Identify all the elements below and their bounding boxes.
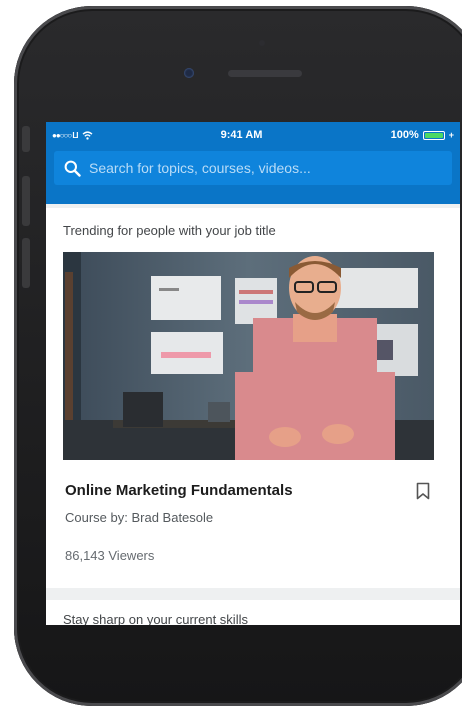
wifi-icon (82, 130, 92, 140)
course-title[interactable]: Online Marketing Fundamentals (65, 482, 293, 499)
status-time: 9:41 AM (220, 129, 263, 141)
search-input[interactable]: Search for topics, courses, videos... (54, 151, 452, 185)
mute-switch (22, 126, 30, 152)
battery-icon (422, 130, 445, 140)
charging-icon: + (448, 130, 454, 140)
carrier-signal: ●●○○○ LI (52, 130, 78, 140)
section-title: Trending for people with your job title (63, 223, 276, 238)
battery-area: 100% + (391, 129, 454, 141)
front-camera (184, 68, 194, 78)
viewer-count: 86,143 Viewers (65, 548, 155, 563)
trending-card[interactable]: Trending for people with your job title (46, 208, 460, 588)
app-screen: ●●○○○ LI 9:41 AM 100% + Search for topic… (46, 122, 460, 625)
search-placeholder: Search for topics, courses, videos... (89, 160, 311, 176)
volume-up-button (22, 176, 30, 226)
battery-fill (424, 132, 443, 138)
battery-percent: 100% (390, 129, 419, 141)
proximity-sensor (259, 40, 265, 46)
course-thumbnail[interactable] (63, 252, 434, 460)
status-bar: ●●○○○ LI 9:41 AM 100% + (46, 122, 460, 148)
volume-down-button (22, 238, 30, 288)
instructor-image (63, 252, 434, 460)
skills-section: Stay sharp on your current skills (46, 600, 460, 625)
bookmark-icon[interactable] (416, 482, 430, 500)
section-title: Stay sharp on your current skills (63, 612, 248, 625)
carrier-area: ●●○○○ LI (52, 131, 93, 140)
course-author: Course by: Brad Batesole (65, 510, 214, 525)
search-bar: Search for topics, courses, videos... (46, 148, 460, 204)
search-icon (64, 160, 81, 177)
earpiece-speaker (228, 70, 302, 77)
